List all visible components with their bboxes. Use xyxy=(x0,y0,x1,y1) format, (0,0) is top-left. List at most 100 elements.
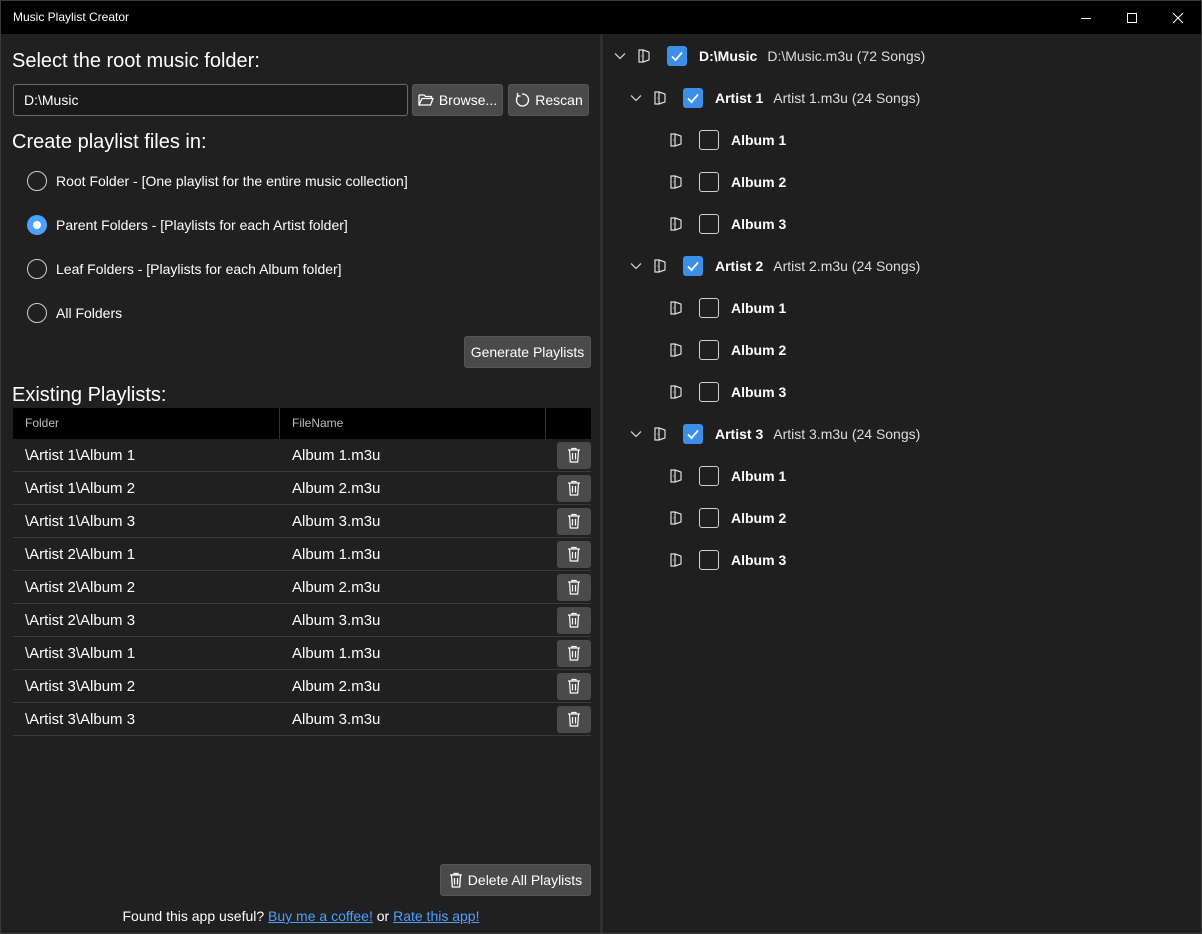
table-row[interactable]: \Artist 2\Album 3 Album 3.m3u xyxy=(13,604,591,637)
actions-cell xyxy=(552,507,591,535)
refresh-icon xyxy=(516,93,530,107)
footer: Found this app useful? Buy me a coffee! … xyxy=(1,908,601,924)
radio-button[interactable] xyxy=(27,259,47,279)
radio-button-selected[interactable] xyxy=(27,215,47,235)
node-name: D:\Music xyxy=(699,48,758,64)
tree-node-album[interactable]: Album 2 xyxy=(669,334,796,366)
actions-cell xyxy=(552,705,591,733)
chevron-down-icon[interactable] xyxy=(629,427,643,441)
footer-or: or xyxy=(376,908,390,924)
trash-icon xyxy=(568,546,580,562)
trash-icon xyxy=(568,513,580,529)
folder-icon xyxy=(669,132,685,148)
root-folder-input[interactable] xyxy=(13,84,408,116)
rate-app-link[interactable]: Rate this app! xyxy=(393,908,479,924)
generate-playlists-button[interactable]: Generate Playlists xyxy=(464,336,591,368)
radio-button[interactable] xyxy=(27,303,47,323)
table-row[interactable]: \Artist 2\Album 1 Album 1.m3u xyxy=(13,538,591,571)
checkbox-checked[interactable] xyxy=(683,88,703,108)
node-name: Album 2 xyxy=(731,342,787,358)
checkbox-checked[interactable] xyxy=(667,46,687,66)
checkbox-checked[interactable] xyxy=(683,256,703,276)
delete-playlist-button[interactable] xyxy=(557,474,591,502)
delete-playlist-button[interactable] xyxy=(557,540,591,568)
folder-cell: \Artist 3\Album 1 xyxy=(25,644,136,662)
tree-node-artist[interactable]: Artist 2 Artist 2.m3u (24 Songs) xyxy=(629,250,920,282)
tree-node-artist[interactable]: Artist 1 Artist 1.m3u (24 Songs) xyxy=(629,82,920,114)
tree-node-artist[interactable]: Artist 3 Artist 3.m3u (24 Songs) xyxy=(629,418,920,450)
table-row[interactable]: \Artist 3\Album 3 Album 3.m3u xyxy=(13,703,591,736)
actions-cell xyxy=(552,639,591,667)
folder-icon xyxy=(669,300,685,316)
title-bar: Music Playlist Creator xyxy=(1,1,1201,34)
node-playlist-info: Artist 2.m3u (24 Songs) xyxy=(773,258,921,274)
node-name: Album 1 xyxy=(731,132,787,148)
table-row[interactable]: \Artist 1\Album 1 Album 1.m3u xyxy=(13,439,591,472)
column-header-filename[interactable]: FileName xyxy=(280,408,546,439)
maximize-button[interactable] xyxy=(1109,1,1155,34)
delete-playlist-button[interactable] xyxy=(557,606,591,634)
actions-cell xyxy=(552,573,591,601)
delete-playlist-button[interactable] xyxy=(557,639,591,667)
window-title: Music Playlist Creator xyxy=(13,10,130,24)
radio-label: Root Folder - [One playlist for the enti… xyxy=(56,173,408,189)
chevron-down-icon[interactable] xyxy=(629,259,643,273)
chevron-down-icon[interactable] xyxy=(629,91,643,105)
tree-node-album[interactable]: Album 3 xyxy=(669,544,796,576)
delete-playlist-button[interactable] xyxy=(557,441,591,469)
table-row[interactable]: \Artist 3\Album 1 Album 1.m3u xyxy=(13,637,591,670)
rescan-button[interactable]: Rescan xyxy=(508,84,589,116)
delete-all-playlists-button[interactable]: Delete All Playlists xyxy=(440,864,591,896)
checkbox[interactable] xyxy=(699,130,719,150)
node-name: Album 3 xyxy=(731,552,787,568)
table-row[interactable]: \Artist 3\Album 2 Album 2.m3u xyxy=(13,670,591,703)
filename-cell: Album 3.m3u xyxy=(292,710,381,728)
radio-all-folders[interactable]: All Folders xyxy=(27,302,122,324)
buy-coffee-link[interactable]: Buy me a coffee! xyxy=(268,908,373,924)
delete-playlist-button[interactable] xyxy=(557,507,591,535)
browse-button[interactable]: Browse... xyxy=(412,84,503,116)
column-header-folder[interactable]: Folder xyxy=(13,408,280,439)
tree-node-root[interactable]: D:\Music D:\Music.m3u (72 Songs) xyxy=(613,40,925,72)
checkbox[interactable] xyxy=(699,382,719,402)
minimize-button[interactable] xyxy=(1063,1,1109,34)
root-folder-heading: Select the root music folder: xyxy=(12,50,260,72)
close-button[interactable] xyxy=(1155,1,1201,34)
delete-playlist-button[interactable] xyxy=(557,705,591,733)
tree-node-album[interactable]: Album 2 xyxy=(669,166,796,198)
checkbox[interactable] xyxy=(699,508,719,528)
tree-node-album[interactable]: Album 1 xyxy=(669,124,796,156)
delete-playlist-button[interactable] xyxy=(557,573,591,601)
folder-icon xyxy=(669,510,685,526)
folder-icon xyxy=(653,258,669,274)
tree-node-album[interactable]: Album 1 xyxy=(669,292,796,324)
tree-node-album[interactable]: Album 2 xyxy=(669,502,796,534)
checkbox[interactable] xyxy=(699,550,719,570)
folder-cell: \Artist 2\Album 1 xyxy=(25,545,136,563)
radio-leaf-folders[interactable]: Leaf Folders - [Playlists for each Album… xyxy=(27,258,342,280)
tree-node-album[interactable]: Album 1 xyxy=(669,460,796,492)
table-row[interactable]: \Artist 1\Album 2 Album 2.m3u xyxy=(13,472,591,505)
checkbox[interactable] xyxy=(699,214,719,234)
filename-cell: Album 2.m3u xyxy=(292,479,381,497)
radio-button[interactable] xyxy=(27,171,47,191)
delete-playlist-button[interactable] xyxy=(557,672,591,700)
chevron-down-icon[interactable] xyxy=(613,49,627,63)
radio-parent-folders[interactable]: Parent Folders - [Playlists for each Art… xyxy=(27,214,348,236)
radio-root-folder[interactable]: Root Folder - [One playlist for the enti… xyxy=(27,170,408,192)
trash-icon xyxy=(568,645,580,661)
folder-icon xyxy=(669,216,685,232)
tree-node-album[interactable]: Album 3 xyxy=(669,376,796,408)
radio-label: Parent Folders - [Playlists for each Art… xyxy=(56,217,348,233)
checkbox-checked[interactable] xyxy=(683,424,703,444)
grid-header: Folder FileName xyxy=(13,408,591,439)
checkbox[interactable] xyxy=(699,466,719,486)
filename-cell: Album 3.m3u xyxy=(292,512,381,530)
checkbox[interactable] xyxy=(699,298,719,318)
table-row[interactable]: \Artist 1\Album 3 Album 3.m3u xyxy=(13,505,591,538)
checkbox[interactable] xyxy=(699,172,719,192)
trash-icon xyxy=(568,447,580,463)
table-row[interactable]: \Artist 2\Album 2 Album 2.m3u xyxy=(13,571,591,604)
tree-node-album[interactable]: Album 3 xyxy=(669,208,796,240)
checkbox[interactable] xyxy=(699,340,719,360)
